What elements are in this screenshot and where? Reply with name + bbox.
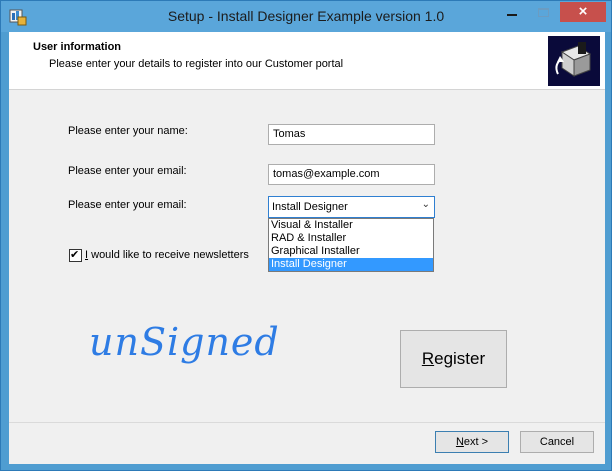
- product-dropdown[interactable]: Install Designer ⌄: [268, 196, 435, 218]
- wizard-header: User information Please enter your detai…: [9, 32, 605, 90]
- product-label: Please enter your email:: [68, 199, 187, 211]
- installer-box-icon: [548, 36, 600, 86]
- dropdown-option-graphical-installer[interactable]: Graphical Installer: [269, 245, 433, 258]
- dropdown-option-visual-installer[interactable]: Visual & Installer: [269, 219, 433, 232]
- cancel-button[interactable]: Cancel: [520, 431, 594, 453]
- register-button[interactable]: Register: [400, 330, 507, 388]
- checkmark-icon: ✔: [70, 249, 80, 261]
- footer-divider: [9, 422, 605, 423]
- minimize-icon: [507, 14, 517, 16]
- name-field[interactable]: Tomas: [268, 124, 435, 145]
- email-label: Please enter your email:: [68, 165, 187, 177]
- name-label: Please enter your name:: [68, 125, 188, 137]
- dropdown-option-install-designer[interactable]: Install Designer: [269, 258, 433, 271]
- product-selected-value: Install Designer: [272, 201, 348, 213]
- newsletter-checkbox[interactable]: ✔: [69, 249, 82, 262]
- title-bar[interactable]: Setup - Install Designer Example version…: [1, 1, 611, 32]
- chevron-down-icon[interactable]: ⌄: [422, 199, 430, 210]
- wizard-client-area: User information Please enter your detai…: [9, 32, 605, 464]
- minimize-button[interactable]: [495, 2, 529, 22]
- product-dropdown-list: Visual & Installer RAD & Installer Graph…: [268, 218, 434, 272]
- maximize-button: [529, 2, 559, 22]
- close-button[interactable]: ×: [560, 2, 606, 22]
- next-button[interactable]: Next >: [435, 431, 509, 453]
- unsigned-watermark: unSigned: [89, 320, 280, 364]
- email-field[interactable]: tomas@example.com: [268, 164, 435, 185]
- close-icon: ×: [578, 3, 588, 20]
- page-title: User information: [33, 41, 122, 53]
- dropdown-option-rad-installer[interactable]: RAD & Installer: [269, 232, 433, 245]
- page-subtitle: Please enter your details to register in…: [49, 58, 344, 70]
- setup-window: Setup - Install Designer Example version…: [0, 0, 612, 471]
- maximize-icon: [538, 8, 549, 17]
- newsletter-label[interactable]: I would like to receive newsletters: [85, 249, 249, 261]
